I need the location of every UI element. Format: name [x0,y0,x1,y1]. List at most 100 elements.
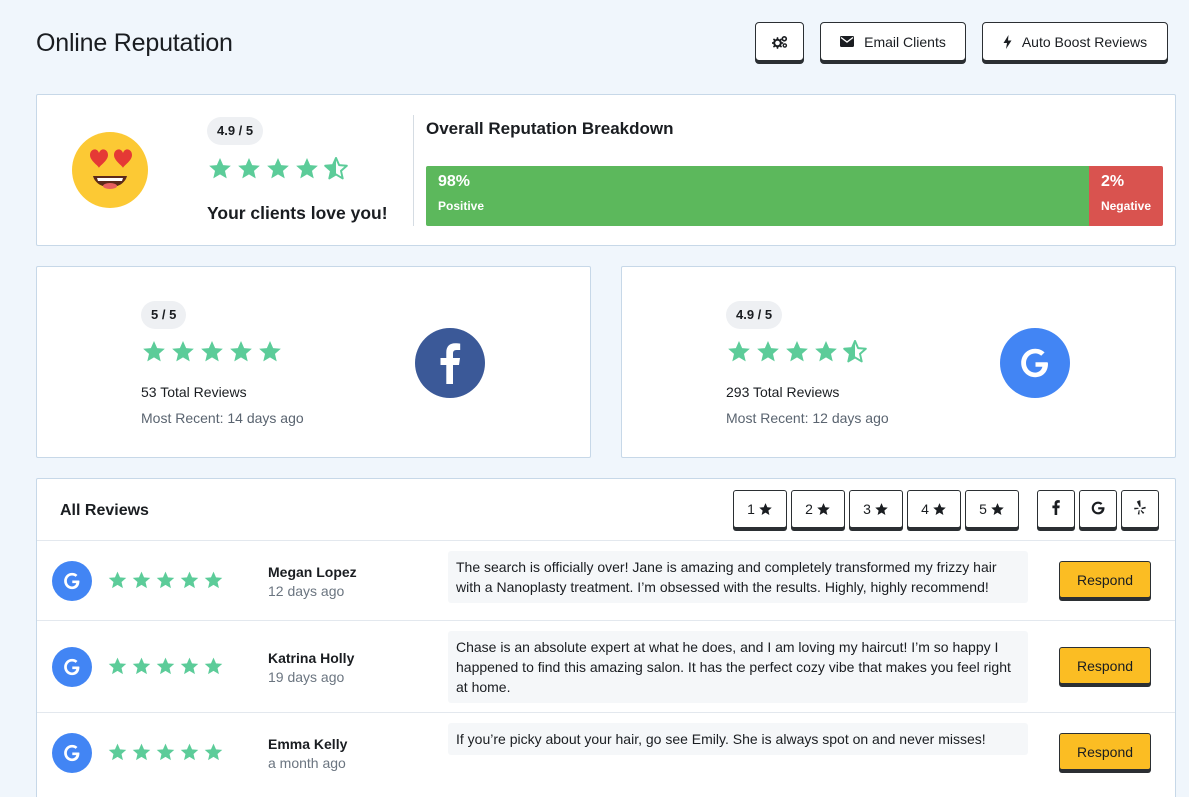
review-text: Chase is an absolute expert at what he d… [448,631,1028,703]
email-clients-button[interactable]: Email Clients [820,22,966,61]
star-icon [757,340,779,362]
star-icon [180,571,199,589]
star-icon [267,157,289,179]
summary-message: Your clients love you! [207,203,388,223]
negative-percent: 2% [1100,173,1125,190]
review-star-rating [107,742,224,763]
overall-rating-badge: 4.9 / 5 [207,117,264,145]
facebook-icon [1052,500,1060,518]
star-icon [238,157,260,179]
filter-star-count: 3 [863,501,871,517]
reputation-breakdown-bar: 98% Positive 2% Negative [426,166,1163,226]
star-icon [786,340,808,362]
star-icon [204,743,223,761]
star-icon [817,502,830,515]
star-icon [759,502,772,515]
half-star-icon [324,156,348,180]
facebook-star-rating [141,339,283,365]
google-logo-icon [52,561,92,601]
positive-label: Positive [438,199,485,213]
auto-boost-reviews-button[interactable]: Auto Boost Reviews [982,22,1168,61]
star-icon [108,743,127,761]
reputation-summary-card: 4.9 / 5 Your clients love you! Overall R… [36,94,1176,246]
all-reviews-title: All Reviews [60,502,149,519]
reviewer-name: Katrina Holly [268,650,355,666]
star-icon [172,340,194,362]
page-title: Online Reputation [36,29,233,57]
google-most-recent: Most Recent: 12 days ago [726,410,889,426]
google-rating-badge: 4.9 / 5 [726,301,783,329]
negative-label: Negative [1100,199,1151,213]
filter-google-button[interactable] [1079,490,1117,528]
yelp-icon [1134,500,1146,518]
filter-2-star-button[interactable]: 2 [791,490,845,528]
star-icon [156,743,175,761]
email-clients-label: Email Clients [864,33,946,50]
star-icon [180,657,199,675]
star-icon [201,340,223,362]
star-filters: 1 2 3 4 5 [733,490,1019,528]
filter-facebook-button[interactable] [1037,490,1075,528]
auto-boost-reviews-label: Auto Boost Reviews [1021,33,1148,50]
star-icon [132,571,151,589]
review-text: The search is officially over! Jane is a… [448,551,1028,603]
star-icon [296,157,318,179]
star-icon [180,743,199,761]
star-icon [108,571,127,589]
facebook-total-reviews: 53 Total Reviews [141,384,247,400]
review-text: If you’re picky about your hair, go see … [448,723,1028,755]
star-icon [156,571,175,589]
filter-star-count: 1 [747,501,755,517]
overall-star-rating [207,156,349,182]
negative-segment: 2% Negative [1088,166,1163,226]
star-icon [815,340,837,362]
star-icon [132,657,151,675]
filter-5-star-button[interactable]: 5 [965,490,1019,528]
review-row: Megan Lopez 12 days ago The search is offi… [37,540,1175,620]
reviewer-name: Emma Kelly [268,736,348,752]
star-icon [875,502,888,515]
review-star-rating [107,570,224,591]
star-icon [204,657,223,675]
positive-percent: 98% [438,173,471,190]
all-reviews-panel: All Reviews 12345 Megan Lopez 12 days ag… [36,478,1176,797]
envelope-icon [840,36,855,47]
filter-star-count: 5 [979,501,987,517]
breakdown-title: Overall Reputation Breakdown [426,119,674,138]
google-icon [1091,501,1105,518]
review-date: 12 days ago [268,583,345,599]
star-icon [143,340,165,362]
filter-yelp-button[interactable] [1121,490,1159,528]
heart-eyes-emoji-icon [71,131,149,209]
star-icon [204,571,223,589]
facebook-most-recent: Most Recent: 14 days ago [141,410,304,426]
divider [413,115,414,226]
filter-star-count: 4 [921,501,929,517]
review-date: a month ago [268,755,346,771]
settings-button[interactable] [755,22,804,61]
positive-segment: 98% Positive [426,166,1089,226]
google-star-rating [726,339,868,365]
bolt-icon [1003,34,1012,49]
filter-3-star-button[interactable]: 3 [849,490,903,528]
respond-button[interactable]: Respond [1059,561,1151,598]
facebook-logo-icon [415,328,485,398]
star-icon [230,340,252,362]
star-icon [108,657,127,675]
reviewer-name: Megan Lopez [268,564,357,580]
filter-star-count: 2 [805,501,813,517]
google-logo-icon [52,733,92,773]
star-icon [156,657,175,675]
google-logo-icon [52,647,92,687]
respond-button[interactable]: Respond [1059,647,1151,684]
gears-icon [771,35,788,49]
google-logo-icon [1000,328,1070,398]
facebook-rating-badge: 5 / 5 [141,301,187,329]
half-star-icon [843,339,867,363]
filter-4-star-button[interactable]: 4 [907,490,961,528]
star-icon [132,743,151,761]
review-row: Emma Kelly a month ago If you’re picky abo… [37,712,1175,792]
star-icon [991,502,1004,515]
filter-1-star-button[interactable]: 1 [733,490,787,528]
respond-button[interactable]: Respond [1059,733,1151,770]
